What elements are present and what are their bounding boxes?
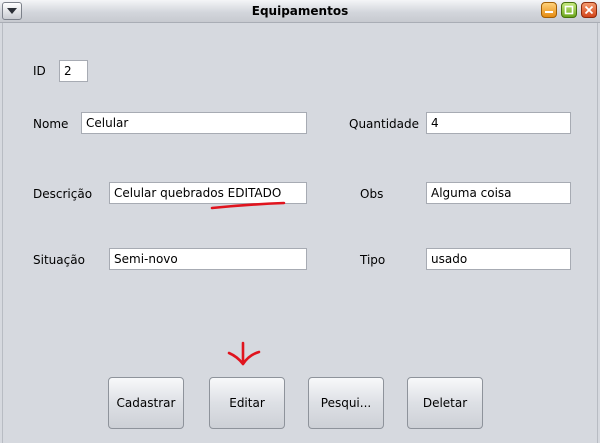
editar-button[interactable]: Editar [209, 377, 285, 429]
id-label: ID [33, 64, 46, 78]
obs-label: Obs [360, 187, 384, 201]
cadastrar-button[interactable]: Cadastrar [108, 377, 184, 429]
maximize-button[interactable] [561, 2, 577, 18]
quantidade-label: Quantidade [349, 117, 420, 131]
minimize-button[interactable] [541, 2, 557, 18]
maximize-icon [564, 5, 574, 15]
pesquisar-button[interactable]: Pesqui... [308, 377, 384, 429]
situacao-label: Situação [33, 253, 85, 267]
id-field[interactable]: 2 [59, 60, 88, 82]
deletar-button[interactable]: Deletar [407, 377, 483, 429]
minimize-icon [545, 11, 553, 13]
descricao-field[interactable]: Celular quebrados EDITADO [109, 182, 307, 204]
tipo-field[interactable]: usado [426, 248, 571, 270]
quantidade-field[interactable]: 4 [426, 112, 571, 134]
form-panel [2, 23, 598, 443]
close-button[interactable] [581, 2, 597, 18]
descricao-label: Descrição [33, 187, 93, 201]
close-icon [584, 5, 594, 15]
obs-field[interactable]: Alguma coisa [426, 182, 571, 204]
window-title: Equipamentos [251, 4, 349, 18]
situacao-field[interactable]: Semi-novo [109, 248, 307, 270]
nome-label: Nome [33, 117, 69, 131]
tipo-label: Tipo [360, 253, 386, 267]
title-bar[interactable]: Equipamentos [0, 0, 600, 23]
nome-field[interactable]: Celular [81, 112, 307, 134]
